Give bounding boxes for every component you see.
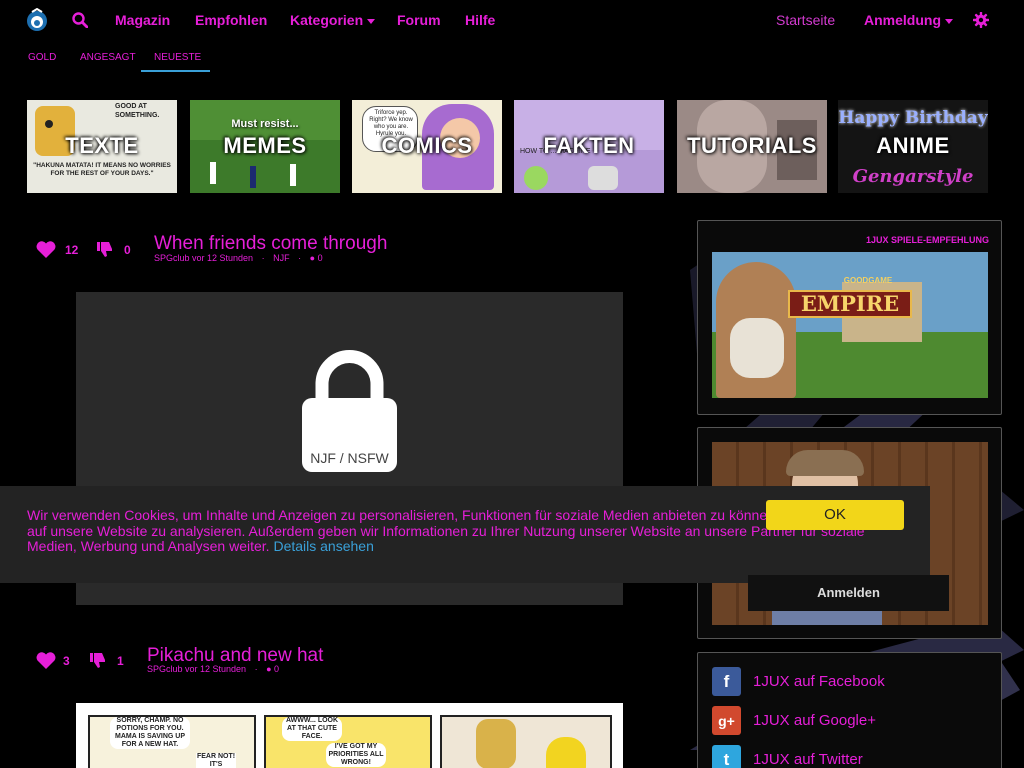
cookie-message: Wir verwenden Cookies, um Inhalte und An… (27, 507, 876, 554)
subnav-gold[interactable]: GOLD (28, 52, 56, 63)
meta-separator: · (261, 253, 265, 263)
comic-speech: I'VE GOT MY PRIORITIES ALL WRONG! (326, 743, 386, 767)
category-tile-fakten[interactable]: HOW TO ... MACHINE FAKTEN (514, 100, 664, 193)
meta-separator: · (254, 664, 258, 674)
tile-art (290, 164, 296, 186)
dislike-count: 1 (117, 653, 124, 668)
comic-speech: AWWW... LOOK AT THAT CUTE FACE. (282, 717, 342, 741)
googleplus-label: 1JUX auf Google+ (753, 712, 876, 729)
like-count: 12 (65, 242, 79, 257)
tile-art (524, 166, 548, 190)
chevron-down-icon (945, 18, 953, 24)
heart-icon (36, 652, 56, 669)
tile-art (250, 166, 256, 188)
tile-label: MEMES (223, 133, 307, 158)
googleplus-icon: g+ (712, 706, 741, 735)
category-tile-tutorials[interactable]: TUTORIALS (677, 100, 827, 193)
twitter-link[interactable]: t 1JUX auf Twitter (712, 745, 863, 768)
heart-icon (36, 241, 56, 258)
category-tile-comics[interactable]: Triforce yep. Right? We know who you are… (352, 100, 502, 193)
tile-label: TUTORIALS (687, 133, 817, 158)
widget-title: 1JUX SPIELE-EMPFEHLUNG (865, 235, 989, 245)
nav-startseite[interactable]: Startseite (776, 12, 835, 28)
video-art (786, 450, 864, 476)
post-meta: SPGclub vor 12 Stunden · ● 0 (147, 664, 279, 674)
comment-count[interactable]: 0 (318, 253, 323, 263)
tile-caption: GOOD AT SOMETHING. (115, 103, 160, 119)
dislike-count: 0 (124, 242, 131, 257)
comment-count[interactable]: 0 (274, 664, 279, 674)
dislike-button[interactable]: 0 (96, 241, 131, 258)
cookie-ok-button[interactable]: OK (766, 500, 904, 530)
tile-caption: Must resist... (231, 118, 299, 130)
category-tile-memes[interactable]: Must resist... MEMES (190, 100, 340, 193)
subnav-angesagt[interactable]: ANGESAGT (80, 52, 136, 63)
post-comic-image[interactable]: SORRY, CHAMP. NO POTIONS FOR YOU. MAMA I… (76, 703, 623, 768)
post-author[interactable]: SPGclub vor 12 Stunden (147, 664, 246, 674)
tile-label: ANIME (876, 133, 950, 158)
comic-art (476, 719, 516, 768)
like-button[interactable]: 12 (36, 241, 78, 258)
ad-logo-small: GOODGAME (843, 276, 893, 285)
category-tile-texte[interactable]: GOOD AT SOMETHING. "HAKUNA MATATA! IT ME… (27, 100, 177, 193)
nsfw-label: NJF / NSFW (310, 450, 389, 466)
chevron-down-icon (367, 18, 376, 24)
post-title[interactable]: When friends come through (154, 233, 387, 255)
like-count: 3 (63, 653, 70, 668)
nav-anmeldung-label: Anmeldung (864, 12, 941, 28)
tile-label: COMICS (381, 133, 473, 158)
comic-speech: SORRY, CHAMP. NO POTIONS FOR YOU. MAMA I… (110, 717, 190, 749)
nav-forum[interactable]: Forum (397, 12, 441, 28)
nav-hilfe[interactable]: Hilfe (465, 12, 495, 28)
nav-kategorien-label: Kategorien (290, 12, 364, 28)
comic-art (546, 737, 586, 768)
gear-icon[interactable] (973, 12, 989, 28)
nav-kategorien[interactable]: Kategorien (290, 12, 376, 28)
search-icon[interactable] (72, 12, 88, 28)
facebook-icon: f (712, 667, 741, 696)
comment-bubble-icon: ● (266, 664, 272, 674)
comic-panel (440, 715, 612, 768)
dislike-button[interactable]: 1 (89, 652, 124, 669)
meta-separator: · (298, 253, 302, 263)
twitter-label: 1JUX auf Twitter (753, 751, 863, 768)
tile-caption: Gengarstyle (852, 166, 974, 187)
comment-bubble-icon: ● (309, 253, 316, 263)
facebook-label: 1JUX auf Facebook (753, 673, 885, 690)
active-tab-indicator (141, 70, 210, 72)
tile-art (45, 120, 53, 128)
site-logo[interactable] (26, 8, 48, 32)
thumbs-down-icon (90, 653, 105, 668)
tile-art (588, 166, 618, 190)
game-ad-image[interactable]: GOODGAME EMPIRE (712, 252, 988, 398)
thumbs-down-icon (97, 242, 112, 257)
login-button[interactable]: Anmelden (748, 575, 949, 611)
subnav-neueste[interactable]: NEUESTE (154, 52, 201, 63)
ad-logo: EMPIRE (788, 290, 912, 318)
nav-anmeldung[interactable]: Anmeldung (864, 12, 953, 28)
post-category[interactable]: NJF (273, 253, 290, 263)
tile-label: FAKTEN (543, 133, 635, 158)
tile-caption: "HAKUNA MATATA! IT MEANS NO WORRIES FOR … (33, 162, 171, 177)
nav-magazin[interactable]: Magazin (115, 12, 170, 28)
facebook-link[interactable]: f 1JUX auf Facebook (712, 667, 885, 696)
comic-speech: FEAR NOT! IT'S (196, 753, 236, 768)
twitter-icon: t (712, 745, 741, 768)
tile-label: TEXTE (65, 133, 139, 158)
tile-caption: Happy Birthday (838, 108, 988, 128)
post-meta: SPGclub vor 12 Stunden · NJF · ● 0 (154, 253, 323, 263)
post-author[interactable]: SPGclub vor 12 Stunden (154, 253, 253, 263)
tile-art (210, 162, 216, 184)
cookie-details-link[interactable]: Details ansehen (273, 538, 373, 554)
nav-empfohlen[interactable]: Empfohlen (195, 12, 267, 28)
ad-art (730, 318, 784, 378)
category-tile-anime[interactable]: Happy Birthday Gengarstyle ANIME (838, 100, 988, 193)
googleplus-link[interactable]: g+ 1JUX auf Google+ (712, 706, 876, 735)
like-button[interactable]: 3 (36, 652, 70, 669)
